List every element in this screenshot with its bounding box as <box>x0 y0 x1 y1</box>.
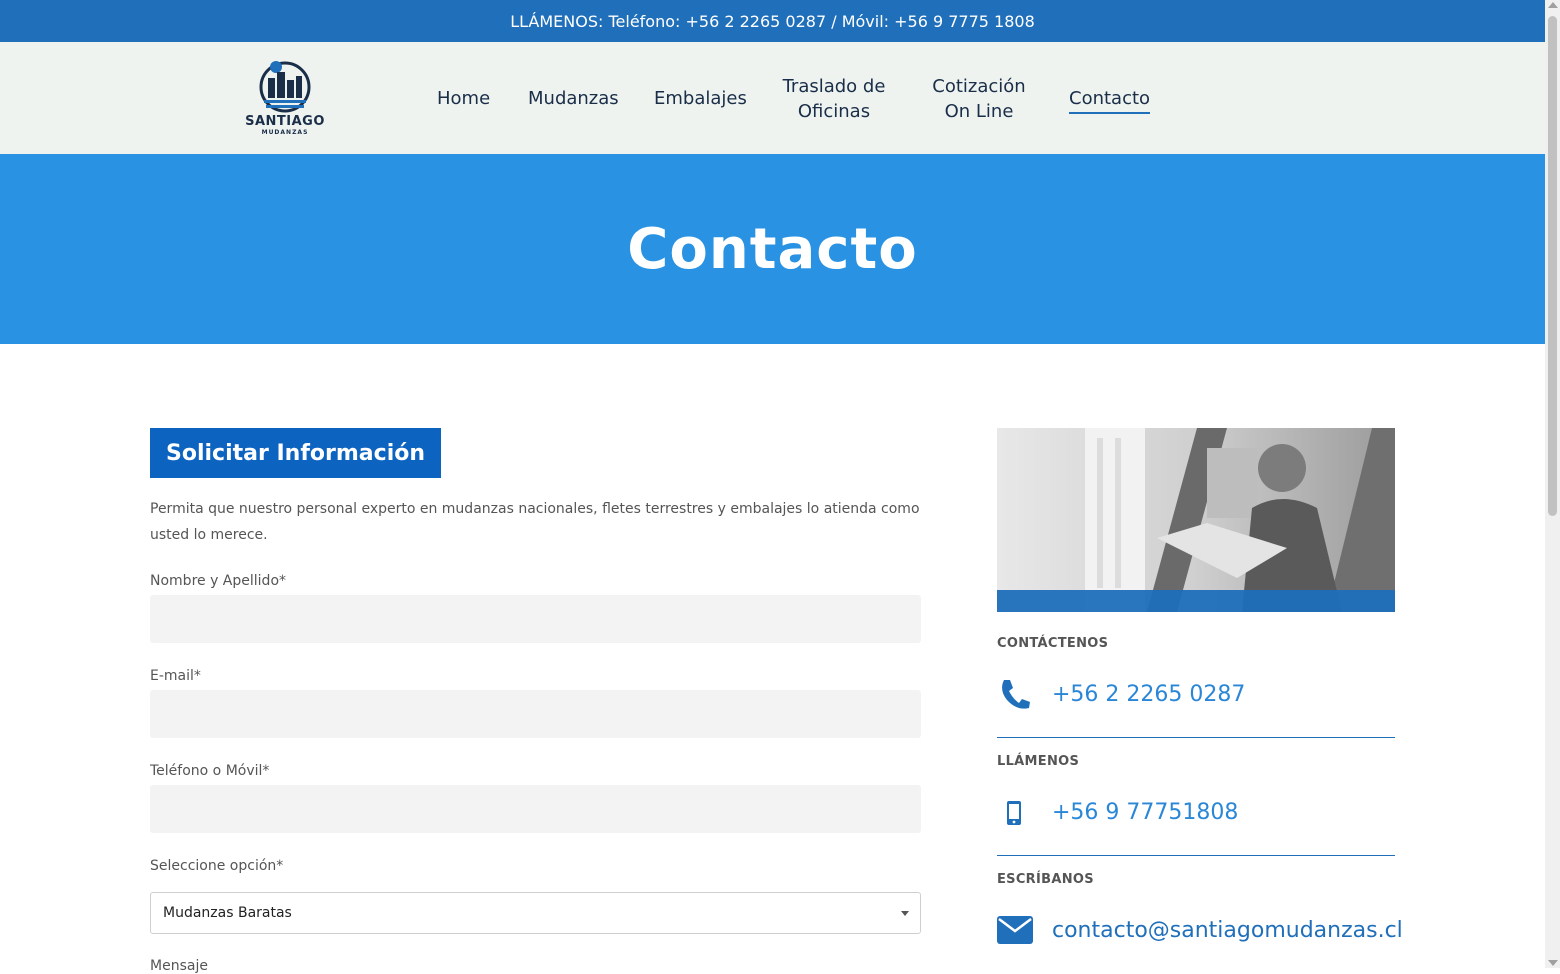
mobile-link[interactable]: +56 9 77751808 <box>1052 800 1238 825</box>
page-hero: Contacto <box>0 154 1545 344</box>
nav-home[interactable]: Home <box>437 86 490 111</box>
option-select[interactable]: Mudanzas Baratas <box>150 892 921 934</box>
chevron-down-icon <box>901 911 909 916</box>
form-title: Solicitar Información <box>150 428 442 478</box>
page-scrollbar[interactable] <box>1545 0 1560 968</box>
nav-embalajes[interactable]: Embalajes <box>654 86 747 111</box>
scroll-up-icon[interactable] <box>1548 2 1558 8</box>
envelope-icon <box>997 916 1033 944</box>
email-input[interactable] <box>150 690 921 738</box>
phone-label: Teléfono o Móvil* <box>150 763 270 779</box>
nav-mudanzas[interactable]: Mudanzas <box>528 86 619 111</box>
email-label: E-mail* <box>150 668 201 684</box>
page-title: Contacto <box>627 216 918 282</box>
site-logo[interactable]: SANTIAGO MUDANZAS <box>240 58 330 140</box>
phone-input[interactable] <box>150 785 921 833</box>
phone-section-label: CONTÁCTENOS <box>997 636 1109 651</box>
nav-traslado-oficinas[interactable]: Traslado de Oficinas <box>782 74 886 124</box>
site-header: SANTIAGO MUDANZAS Home Mudanzas Embalaje… <box>0 42 1545 154</box>
logo-skyline-icon <box>259 61 311 113</box>
contact-divider <box>997 737 1395 738</box>
top-contact-bar: LLÁMENOS: Teléfono: +56 2 2265 0287 / Mó… <box>0 0 1545 42</box>
name-input[interactable] <box>150 595 921 643</box>
logo-sub: MUDANZAS <box>261 129 309 136</box>
name-label: Nombre y Apellido* <box>150 573 287 589</box>
mobile-phone-icon <box>1007 801 1021 825</box>
form-intro: Permita que nuestro personal experto en … <box>150 501 920 543</box>
phone-link[interactable]: +56 2 2265 0287 <box>1052 682 1245 707</box>
scroll-down-icon[interactable] <box>1548 960 1558 966</box>
logo-brand: SANTIAGO <box>245 114 325 129</box>
contact-divider <box>997 855 1395 856</box>
contact-photo <box>997 428 1395 612</box>
option-label: Seleccione opción* <box>150 858 284 874</box>
option-select-value: Mudanzas Baratas <box>163 905 292 921</box>
scroll-thumb[interactable] <box>1548 16 1557 516</box>
message-label: Mensaje <box>150 958 208 974</box>
mobile-section-label: LLÁMENOS <box>997 754 1080 769</box>
email-link[interactable]: contacto@santiagomudanzas.cl <box>1052 918 1403 943</box>
email-section-label: ESCRÍBANOS <box>997 872 1094 887</box>
nav-contacto[interactable]: Contacto <box>1069 86 1151 114</box>
phone-icon <box>1002 680 1030 709</box>
nav-cotizacion-online[interactable]: Cotización On Line <box>932 74 1026 124</box>
top-contact-text: LLÁMENOS: Teléfono: +56 2 2265 0287 / Mó… <box>510 11 1035 31</box>
